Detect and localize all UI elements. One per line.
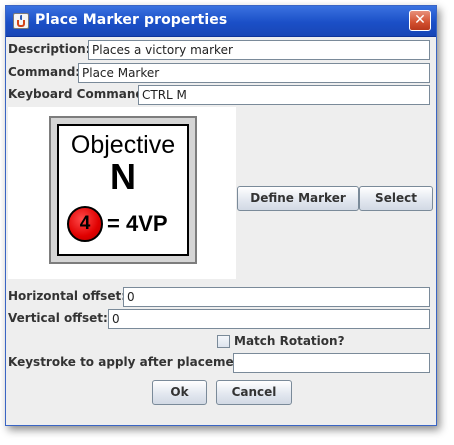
title-bar[interactable]: Place Marker properties ✕ [6,6,436,37]
marker-letter: N [110,156,136,197]
select-button[interactable]: Select [359,186,433,211]
horizontal-offset-row: Horizontal offset: 0 [8,287,430,307]
keystroke-after-label: Keystroke to apply after placement: [8,355,253,369]
marker-preview-area: Objective N 4 = 4VP [8,107,236,279]
keyboard-command-row: Keyboard Command: CTRL M [8,85,430,105]
window-title: Place Marker properties [35,12,228,28]
vertical-offset-row: Vertical offset: 0 [8,309,430,329]
java-icon [13,13,29,29]
cancel-button[interactable]: Cancel [216,380,292,405]
marker-circle-number: 4 [79,213,91,234]
command-label: Command: [8,65,81,79]
command-field[interactable]: Place Marker [78,63,430,83]
keystroke-after-row: Keystroke to apply after placement: [8,353,430,373]
keyboard-command-field[interactable]: CTRL M [138,85,430,105]
close-button[interactable]: ✕ [409,10,431,31]
ok-button[interactable]: Ok [152,380,207,405]
vertical-offset-field[interactable]: 0 [108,309,430,329]
dialog-window: Place Marker properties ✕ Description: P… [5,5,437,426]
close-icon: ✕ [414,12,426,28]
keystroke-after-field[interactable] [233,353,430,373]
match-rotation-label: Match Rotation? [234,334,345,348]
description-field[interactable]: Places a victory marker [88,40,430,60]
horizontal-offset-label: Horizontal offset: [8,289,126,303]
description-label: Description: [8,42,91,56]
keyboard-command-label: Keyboard Command: [8,87,149,101]
command-row: Command: Place Marker [8,63,430,83]
marker-value-text: = 4VP [107,211,168,236]
vertical-offset-label: Vertical offset: [8,311,108,325]
marker-image: Objective N 4 = 4VP [49,116,197,264]
dialog-content: Description: Places a victory marker Com… [6,37,436,425]
horizontal-offset-field[interactable]: 0 [123,287,430,307]
description-row: Description: Places a victory marker [8,40,430,60]
define-marker-button[interactable]: Define Marker [237,186,359,211]
match-rotation-checkbox[interactable] [217,335,230,348]
marker-red-circle: 4 [67,206,103,242]
